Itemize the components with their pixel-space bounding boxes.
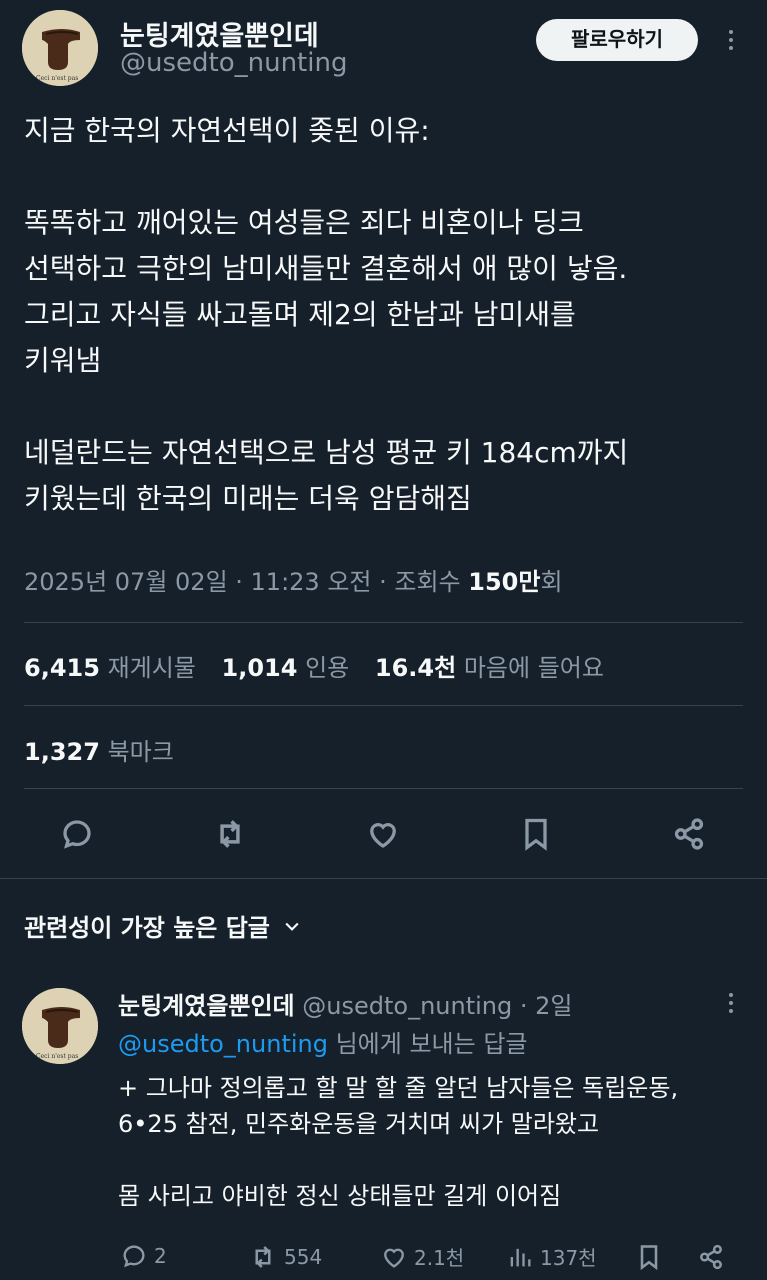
repost-icon	[255, 1246, 271, 1268]
svg-text:Ceci n'est pas: Ceci n'est pas	[36, 1053, 78, 1060]
repost-count: 554	[284, 1245, 323, 1269]
replying-to-handle-link[interactable]: @usedto_nunting	[118, 1030, 328, 1058]
more-options-icon[interactable]	[727, 30, 735, 50]
likes-stat[interactable]: 16.4천 마음에 들어요	[375, 654, 604, 682]
author-avatar[interactable]: Ceci n'est pas	[22, 10, 98, 86]
quotes-label: 인용	[305, 654, 350, 682]
repost-button[interactable]	[208, 812, 252, 856]
follow-button[interactable]: 팔로우하기	[536, 19, 698, 61]
views-icon	[510, 1248, 531, 1266]
author-handle[interactable]: @usedto_nunting	[120, 48, 347, 78]
divider	[24, 705, 743, 706]
reply-icon	[63, 820, 91, 849]
reply-icon	[123, 1245, 145, 1268]
views-count: 137천	[540, 1246, 597, 1270]
repost-icon	[220, 820, 240, 848]
bookmarks-label: 북마크	[107, 738, 174, 766]
share-icon	[700, 1244, 722, 1270]
reply-reply-button[interactable]: 2	[120, 1242, 167, 1270]
svg-text:Ceci n'est pas: Ceci n'est pas	[36, 75, 78, 82]
share-icon	[674, 818, 704, 850]
replies-sort-dropdown[interactable]: 관련성이 가장 높은 답글	[24, 908, 302, 943]
replies-sort-label: 관련성이 가장 높은 답글	[24, 914, 270, 942]
view-count: 150만	[468, 568, 541, 596]
stats-row: 6,415 재게시물 1,014 인용 16.4천 마음에 들어요	[24, 648, 604, 683]
reply-handle-time[interactable]: @usedto_nunting · 2일	[302, 992, 572, 1020]
tweet-timestamp[interactable]: 2025년 07월 02일 · 11:23 오전 · 조회수	[24, 568, 468, 596]
bookmarks-stat[interactable]: 1,327 북마크	[24, 732, 174, 767]
reply-more-options-icon[interactable]	[727, 993, 735, 1013]
reply-share-button[interactable]	[694, 1240, 728, 1274]
divider	[24, 788, 743, 789]
reply-author-avatar[interactable]: Ceci n'est pas	[22, 988, 98, 1064]
replying-to: @usedto_nunting 님에게 보내는 답글	[118, 1024, 528, 1059]
reposts-label: 재게시물	[107, 654, 196, 682]
like-count: 2.1천	[414, 1246, 465, 1270]
bookmark-button[interactable]	[514, 812, 558, 856]
tweet-body: 지금 한국의 자연선택이 좆된 이유: 똑똑하고 깨어있는 여성들은 죄다 비혼…	[24, 114, 629, 515]
likes-label: 마음에 들어요	[463, 654, 604, 682]
reply-repost-button[interactable]: 554	[248, 1242, 322, 1272]
reply-like-button[interactable]: 2.1천	[380, 1242, 464, 1271]
reply-header: 눈팅계였을뿐인데 @usedto_nunting · 2일	[118, 986, 572, 1021]
reply-author-name[interactable]: 눈팅계였을뿐인데	[118, 992, 295, 1020]
reposts-stat[interactable]: 6,415 재게시물	[24, 654, 196, 682]
reply-bookmark-button[interactable]	[632, 1240, 666, 1274]
like-button[interactable]	[361, 812, 405, 856]
reply-button[interactable]	[55, 812, 99, 856]
bookmark-icon	[525, 818, 547, 851]
reposts-count: 6,415	[24, 654, 100, 682]
section-divider	[0, 878, 767, 879]
like-icon	[370, 823, 396, 848]
divider	[24, 622, 743, 623]
chevron-down-icon	[285, 922, 299, 931]
reply-count: 2	[154, 1244, 167, 1268]
share-button[interactable]	[667, 812, 711, 856]
likes-count: 16.4천	[374, 654, 457, 682]
tweet-meta: 2025년 07월 02일 · 11:23 오전 · 조회수 150만회	[24, 562, 563, 597]
bookmark-icon	[640, 1245, 658, 1271]
replying-to-suffix: 님에게 보내는 답글	[327, 1030, 528, 1058]
bookmarks-count: 1,327	[24, 738, 100, 766]
view-count-suffix: 회	[540, 568, 563, 596]
reply-body: + 그나마 정의롭고 할 말 할 줄 알던 남자들은 독립운동, 6•25 참전…	[118, 1074, 679, 1210]
reply-views-button[interactable]: 137천	[506, 1242, 597, 1271]
quotes-stat[interactable]: 1,014 인용	[222, 654, 350, 682]
quotes-count: 1,014	[221, 654, 298, 682]
like-icon	[384, 1248, 404, 1268]
